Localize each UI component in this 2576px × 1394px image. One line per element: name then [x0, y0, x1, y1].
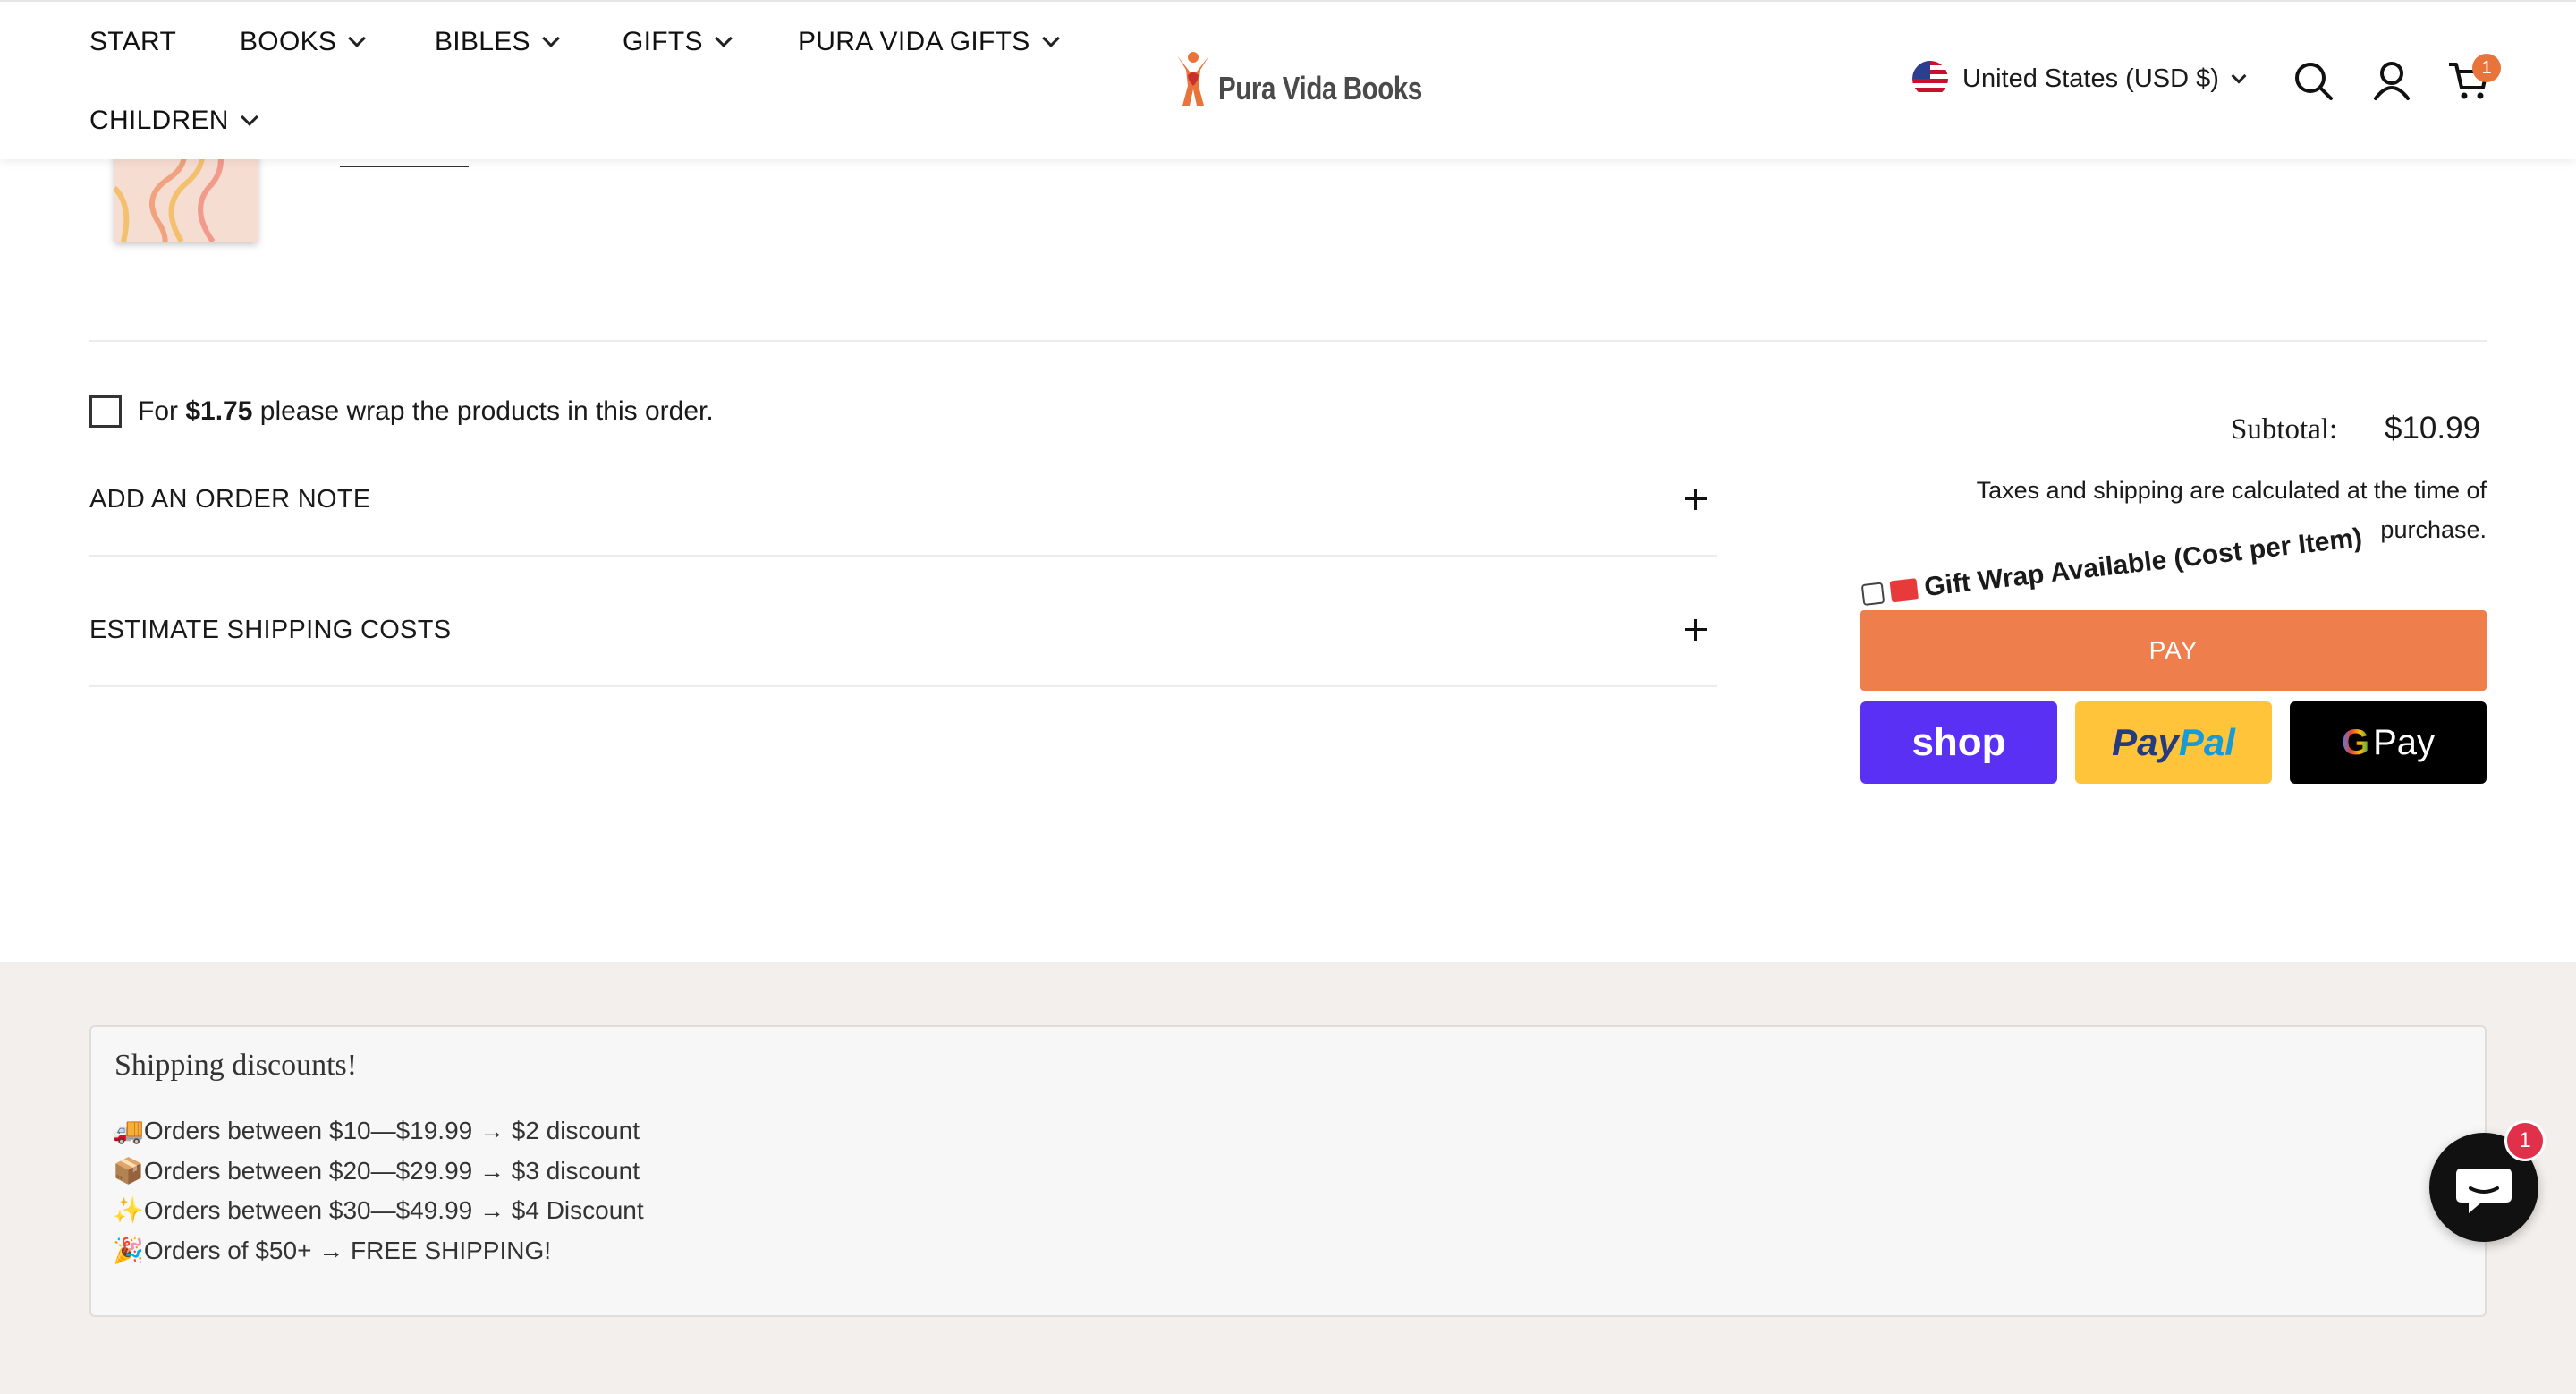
nav-pura-vida-gifts[interactable]: PURA VIDA GIFTS — [798, 27, 1060, 57]
paypal-button[interactable]: Pay Pal — [2075, 701, 2272, 784]
shipping-discounts-box: Shipping discounts! 🚚Orders between $10—… — [89, 1025, 2487, 1317]
cart-count-badge: 1 — [2472, 54, 2501, 82]
list-item: 🎉Orders of $50+ → FREE SHIPPING! — [113, 1236, 552, 1264]
list-item: 🚚Orders between $10—$19.99 → $2 discount — [113, 1117, 640, 1144]
chevron-down-icon — [240, 108, 258, 126]
google-pay-button[interactable]: G Pay — [2290, 701, 2487, 784]
cart-page: START BOOKS BIBLES GIFTS PURA VIDA GIFTS… — [0, 0, 2576, 1394]
locale-label: United States (USD $) — [1962, 64, 2219, 93]
order-note-label: ADD AN ORDER NOTE — [89, 485, 371, 514]
subtotal-value: $10.99 — [2385, 411, 2481, 446]
chat-unread-badge: 1 — [2504, 1120, 2546, 1161]
chevron-down-icon — [1041, 30, 1060, 47]
nav-books[interactable]: BOOKS — [240, 27, 367, 57]
search-icon[interactable] — [2290, 57, 2336, 104]
package-icon: 📦 — [113, 1156, 144, 1185]
nav-children[interactable]: CHILDREN — [89, 106, 258, 136]
gift-wrap-available-checkbox[interactable] — [1860, 582, 1885, 607]
chevron-down-icon — [541, 30, 560, 47]
shipping-discounts-list: 🚚Orders between $10—$19.99 → $2 discount… — [113, 1111, 644, 1271]
gift-wrap-option: For $1.75 please wrap the products in th… — [89, 395, 714, 428]
party-icon: 🎉 — [113, 1236, 144, 1264]
list-item: 📦Orders between $20—$29.99 → $3 discount — [113, 1156, 640, 1185]
account-icon[interactable] — [2368, 57, 2415, 104]
us-flag-icon — [1912, 61, 1948, 97]
chevron-down-icon — [714, 30, 733, 47]
gift-icon — [1889, 578, 1919, 603]
site-logo[interactable]: Pura Vida Books — [1174, 50, 1467, 107]
truck-icon: 🚚 — [113, 1117, 144, 1144]
subtotal-label: Subtotal: — [2231, 413, 2338, 446]
remove-item-link[interactable] — [340, 166, 469, 167]
logo-text: Pura Vida Books — [1218, 70, 1422, 106]
nav-bibles[interactable]: BIBLES — [435, 27, 560, 57]
tax-note: Taxes and shipping are calculated at the… — [1976, 477, 2487, 543]
sparkles-icon: ✨ — [113, 1196, 144, 1224]
gift-wrap-text: For $1.75 please wrap the products in th… — [138, 396, 714, 426]
accordion-divider — [89, 555, 1717, 557]
nav-gifts[interactable]: GIFTS — [623, 27, 733, 57]
pay-button[interactable]: PAY — [1860, 610, 2487, 691]
google-g-icon: G — [2341, 722, 2370, 762]
shop-pay-button[interactable]: shop — [1860, 701, 2057, 784]
logo-figure-icon — [1177, 52, 1209, 106]
chevron-down-icon — [348, 30, 367, 47]
nav-start[interactable]: START — [89, 27, 176, 57]
section-divider — [89, 340, 2487, 342]
accordion-divider — [89, 685, 1717, 687]
order-note-accordion[interactable]: ADD AN ORDER NOTE — [89, 485, 1717, 557]
estimate-shipping-label: ESTIMATE SHIPPING COSTS — [89, 616, 452, 644]
gift-wrap-checkbox[interactable] — [89, 395, 122, 428]
locale-selector[interactable]: United States (USD $) — [1912, 61, 2247, 97]
chevron-down-icon — [2231, 68, 2247, 84]
shipping-discounts-title: Shipping discounts! — [114, 1049, 358, 1082]
plus-icon — [1685, 619, 1707, 641]
estimate-shipping-accordion[interactable]: ESTIMATE SHIPPING COSTS — [89, 616, 1717, 687]
list-item: ✨Orders between $30—$49.99 → $4 Discount — [113, 1196, 644, 1224]
plus-icon — [1685, 489, 1707, 510]
site-header: START BOOKS BIBLES GIFTS PURA VIDA GIFTS… — [0, 0, 2576, 159]
